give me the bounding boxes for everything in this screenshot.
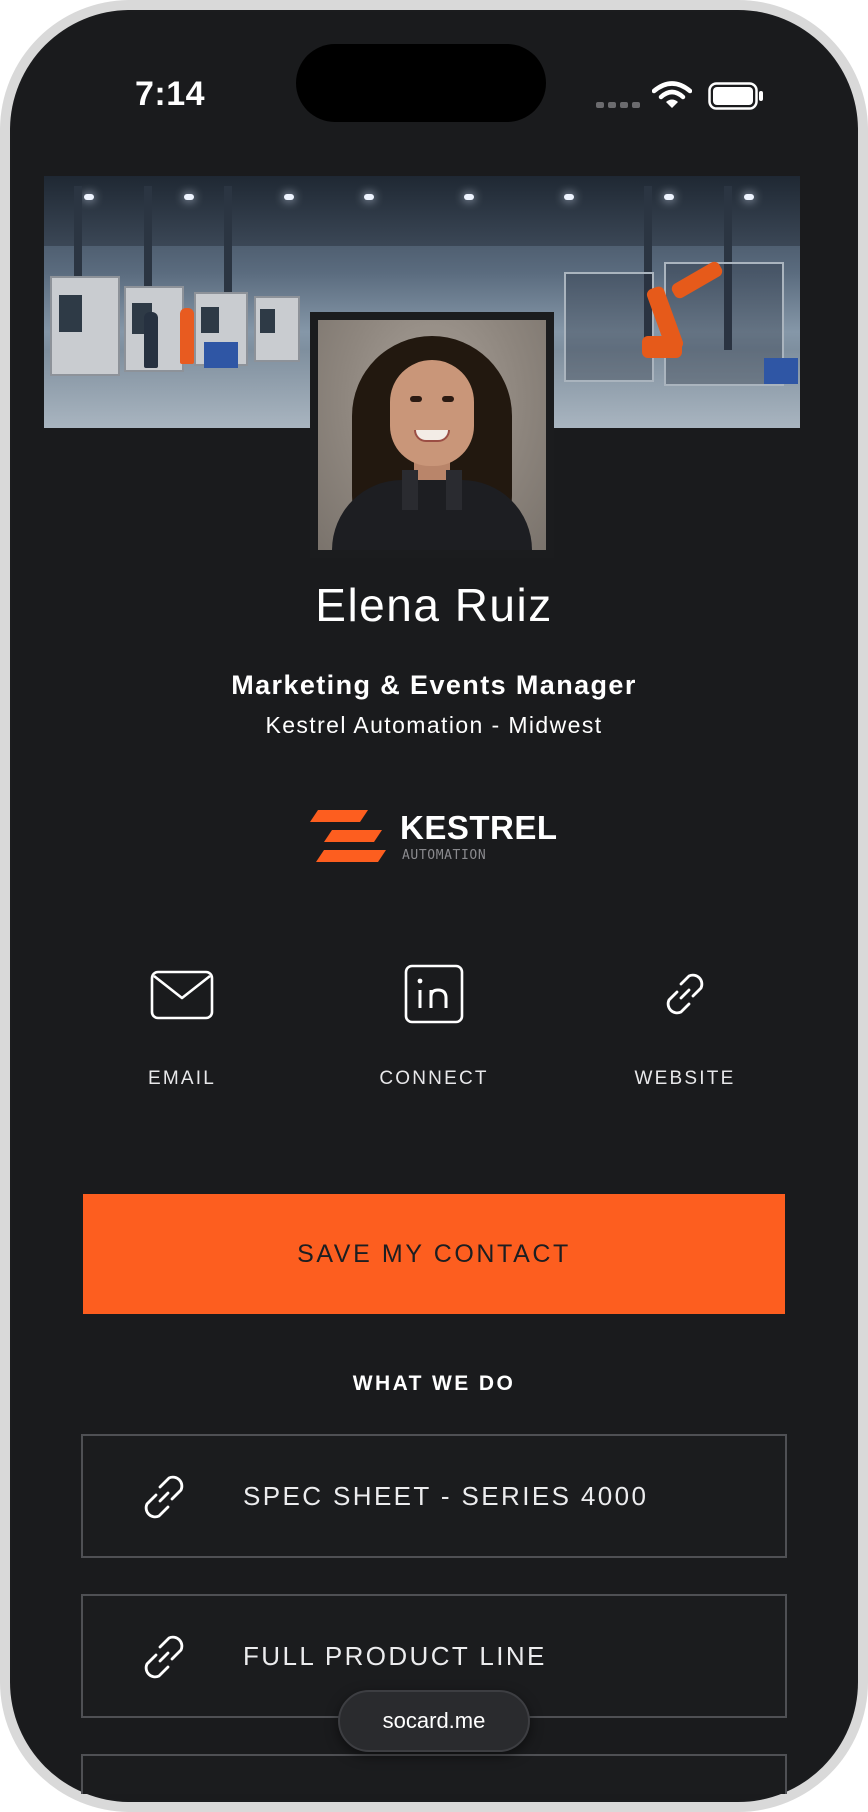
battery-full-icon — [708, 82, 763, 110]
profile-photo — [318, 320, 546, 550]
cellular-signal-icon — [596, 100, 640, 110]
what-we-do-heading: WHAT WE DO — [352, 1372, 516, 1395]
envelope-icon — [150, 970, 214, 1020]
link-icon — [666, 973, 704, 1015]
website-action[interactable]: WEBSITE — [585, 960, 785, 1100]
connect-action[interactable]: CONNECT — [334, 960, 534, 1100]
contact-actions: EMAIL CONNECT WEBSITE — [0, 960, 868, 1100]
status-time: 7:14 — [135, 75, 206, 113]
link-icon — [144, 1475, 184, 1519]
linkedin-icon — [404, 964, 464, 1024]
profile-photo-frame — [310, 312, 554, 558]
website-label: WEBSITE — [634, 1068, 736, 1089]
spec-sheet-link[interactable]: SPEC SHEET - SERIES 4000 — [81, 1434, 787, 1558]
company-name: Kestrel Automation - Midwest — [265, 712, 603, 738]
dynamic-island — [296, 44, 546, 122]
logo-subtitle: AUTOMATION — [402, 848, 487, 863]
third-link-partial[interactable] — [81, 1754, 787, 1794]
job-title: Marketing & Events Manager — [231, 670, 637, 700]
link-icon — [144, 1635, 184, 1679]
socard-badge[interactable]: socard.me — [338, 1690, 530, 1752]
spec-sheet-link-label: SPEC SHEET - SERIES 4000 — [243, 1481, 649, 1511]
profile-name: Elena Ruiz — [315, 579, 553, 631]
wifi-icon — [652, 81, 692, 108]
save-contact-button[interactable]: SAVE MY CONTACT — [83, 1194, 785, 1314]
logo-wordmark: KESTREL — [400, 809, 558, 846]
email-action[interactable]: EMAIL — [82, 960, 282, 1100]
company-logo: KESTREL AUTOMATION — [310, 808, 560, 868]
email-label: EMAIL — [147, 1068, 217, 1089]
connect-label: CONNECT — [379, 1068, 489, 1089]
kestrel-logo-mark-icon — [310, 810, 386, 862]
